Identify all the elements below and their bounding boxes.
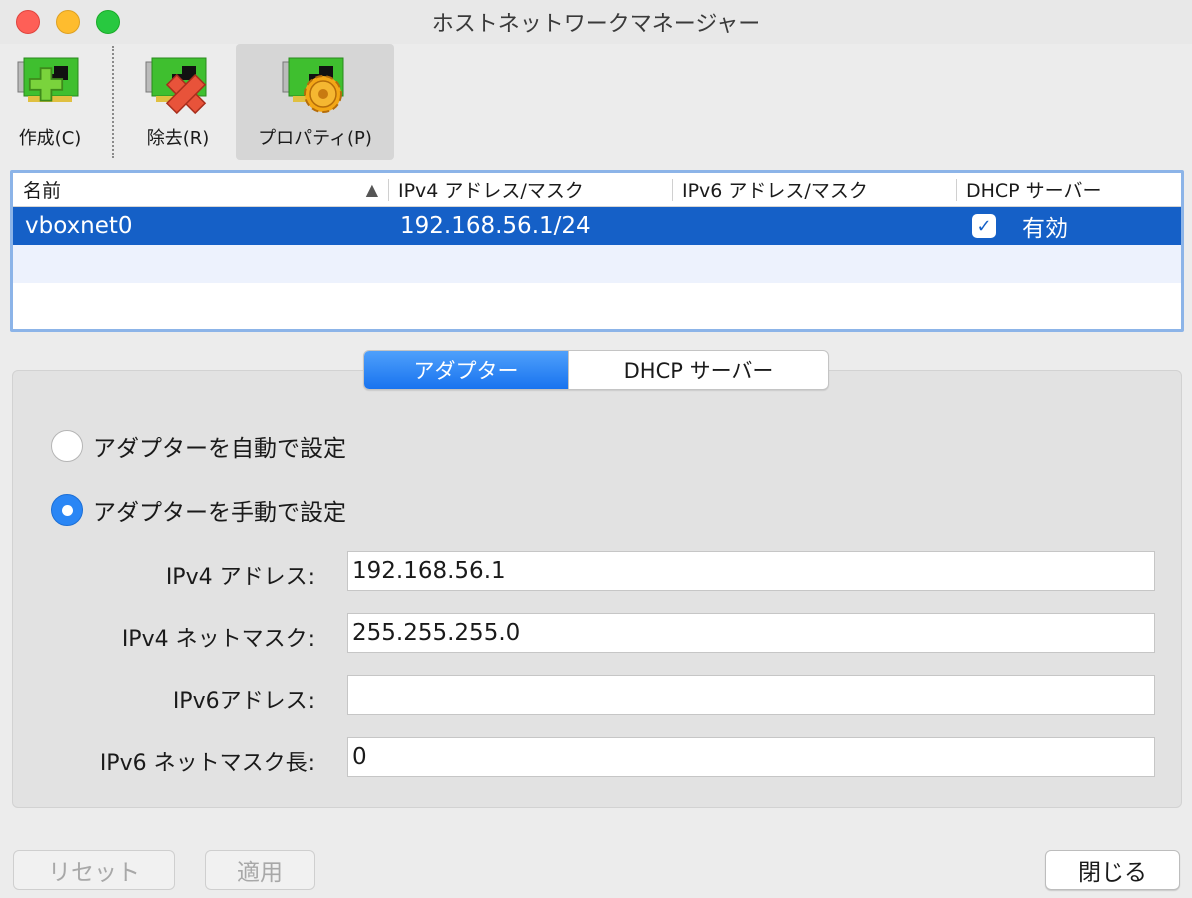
- column-header-ipv4-label: IPv4 アドレス/マスク: [398, 180, 584, 202]
- table-row-empty: [13, 245, 1181, 283]
- column-header-name[interactable]: 名前 ▲: [13, 173, 388, 206]
- manual-config-label: アダプターを手動で設定: [93, 500, 346, 526]
- column-header-ipv6-label: IPv6 アドレス/マスク: [682, 180, 868, 202]
- auto-config-radio[interactable]: [51, 430, 83, 462]
- dhcp-enabled-label: 有効: [1022, 216, 1068, 242]
- create-button[interactable]: 作成(C): [8, 44, 92, 160]
- minimize-window-button[interactable]: [56, 10, 80, 34]
- toolbar-separator: [112, 46, 114, 158]
- create-label: 作成(C): [18, 128, 82, 149]
- ipv4-address-input[interactable]: 192.168.56.1: [347, 551, 1155, 591]
- table-row-empty: [13, 283, 1181, 321]
- ipv6-prefix-input[interactable]: 0: [347, 737, 1155, 777]
- toolbar: 作成(C) 除去(R) プロパティ(P): [0, 44, 1192, 160]
- tab-adapter[interactable]: アダプター: [364, 351, 568, 389]
- ipv6-address-label: IPv6アドレス:: [172, 689, 315, 714]
- manual-config-radio[interactable]: [51, 494, 83, 526]
- dhcp-enabled-checkbox[interactable]: ✓: [972, 214, 996, 238]
- table-row[interactable]: vboxnet0 192.168.56.1/24 ✓ 有効: [13, 207, 1181, 245]
- column-header-dhcp[interactable]: DHCP サーバー: [956, 173, 1181, 206]
- reset-button[interactable]: リセット: [13, 850, 175, 890]
- column-header-name-label: 名前: [23, 180, 62, 202]
- ipv4-mask-label: IPv4 ネットマスク:: [121, 627, 315, 652]
- manual-config-radio-row[interactable]: アダプターを手動で設定: [51, 493, 346, 527]
- ipv4-mask-input[interactable]: 255.255.255.0: [347, 613, 1155, 653]
- sort-ascending-icon: ▲: [365, 180, 378, 199]
- properties-button[interactable]: プロパティ(P): [236, 44, 394, 160]
- column-header-ipv4[interactable]: IPv4 アドレス/マスク: [388, 173, 672, 206]
- remove-label: 除去(R): [146, 128, 210, 149]
- zoom-window-button[interactable]: [96, 10, 120, 34]
- close-button[interactable]: 閉じる: [1045, 850, 1180, 890]
- network-card-add-icon: [17, 57, 79, 102]
- column-header-ipv6[interactable]: IPv6 アドレス/マスク: [672, 173, 956, 206]
- network-card-remove-icon: [145, 57, 207, 115]
- row-dhcp: ✓ 有効: [956, 207, 1181, 245]
- ipv4-address-label: IPv4 アドレス:: [165, 565, 315, 590]
- apply-button[interactable]: 適用: [205, 850, 315, 890]
- table-header: 名前 ▲ IPv4 アドレス/マスク IPv6 アドレス/マスク DHCP サー…: [13, 173, 1181, 207]
- network-card-properties-icon: [282, 57, 344, 113]
- ipv6-prefix-label: IPv6 ネットマスク長:: [99, 751, 315, 776]
- properties-label: プロパティ(P): [258, 128, 372, 149]
- row-ipv6: [672, 207, 956, 245]
- row-name: vboxnet0: [25, 213, 133, 239]
- column-header-dhcp-label: DHCP サーバー: [966, 180, 1102, 202]
- close-window-button[interactable]: [16, 10, 40, 34]
- network-table[interactable]: 名前 ▲ IPv4 アドレス/マスク IPv6 アドレス/マスク DHCP サー…: [10, 170, 1184, 332]
- details-panel: アダプターを自動で設定 アダプターを手動で設定 IPv4 アドレス: 192.1…: [12, 370, 1182, 808]
- remove-button[interactable]: 除去(R): [136, 44, 220, 160]
- row-ipv4: 192.168.56.1/24: [400, 213, 591, 239]
- title-bar: ホストネットワークマネージャー: [0, 0, 1192, 44]
- auto-config-label: アダプターを自動で設定: [93, 436, 346, 462]
- window-title: ホストネットワークマネージャー: [431, 12, 761, 37]
- detail-tabs: アダプター DHCP サーバー: [363, 350, 829, 390]
- auto-config-radio-row[interactable]: アダプターを自動で設定: [51, 429, 346, 463]
- ipv6-address-input[interactable]: [347, 675, 1155, 715]
- tab-dhcp-server[interactable]: DHCP サーバー: [568, 351, 828, 389]
